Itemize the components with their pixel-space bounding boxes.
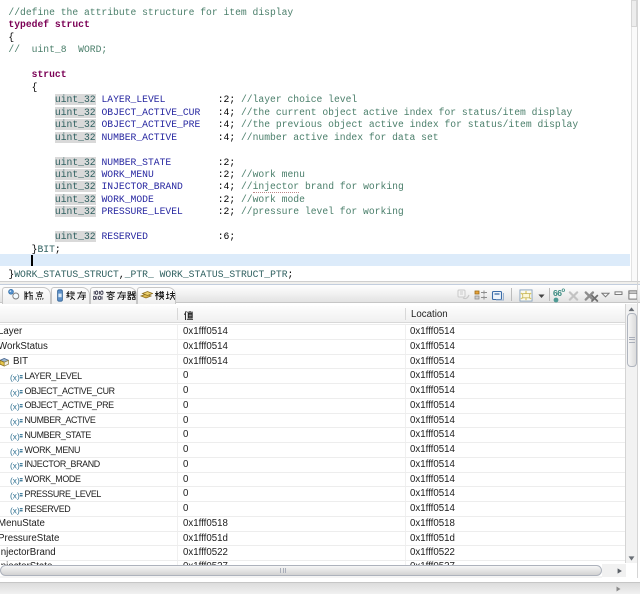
svg-text:(x): (x) — [10, 388, 20, 398]
svg-text:(x): (x) — [10, 447, 20, 457]
svg-text:(x): (x) — [10, 417, 20, 427]
svg-text:(x): (x) — [10, 402, 20, 412]
svg-text:(x): (x) — [10, 476, 20, 486]
svg-text:(x): (x) — [10, 461, 20, 471]
svg-text:(x): (x) — [10, 432, 20, 442]
svg-text:(x): (x) — [10, 491, 20, 501]
svg-text:(x): (x) — [10, 506, 20, 516]
svg-text:(x): (x) — [10, 373, 20, 383]
